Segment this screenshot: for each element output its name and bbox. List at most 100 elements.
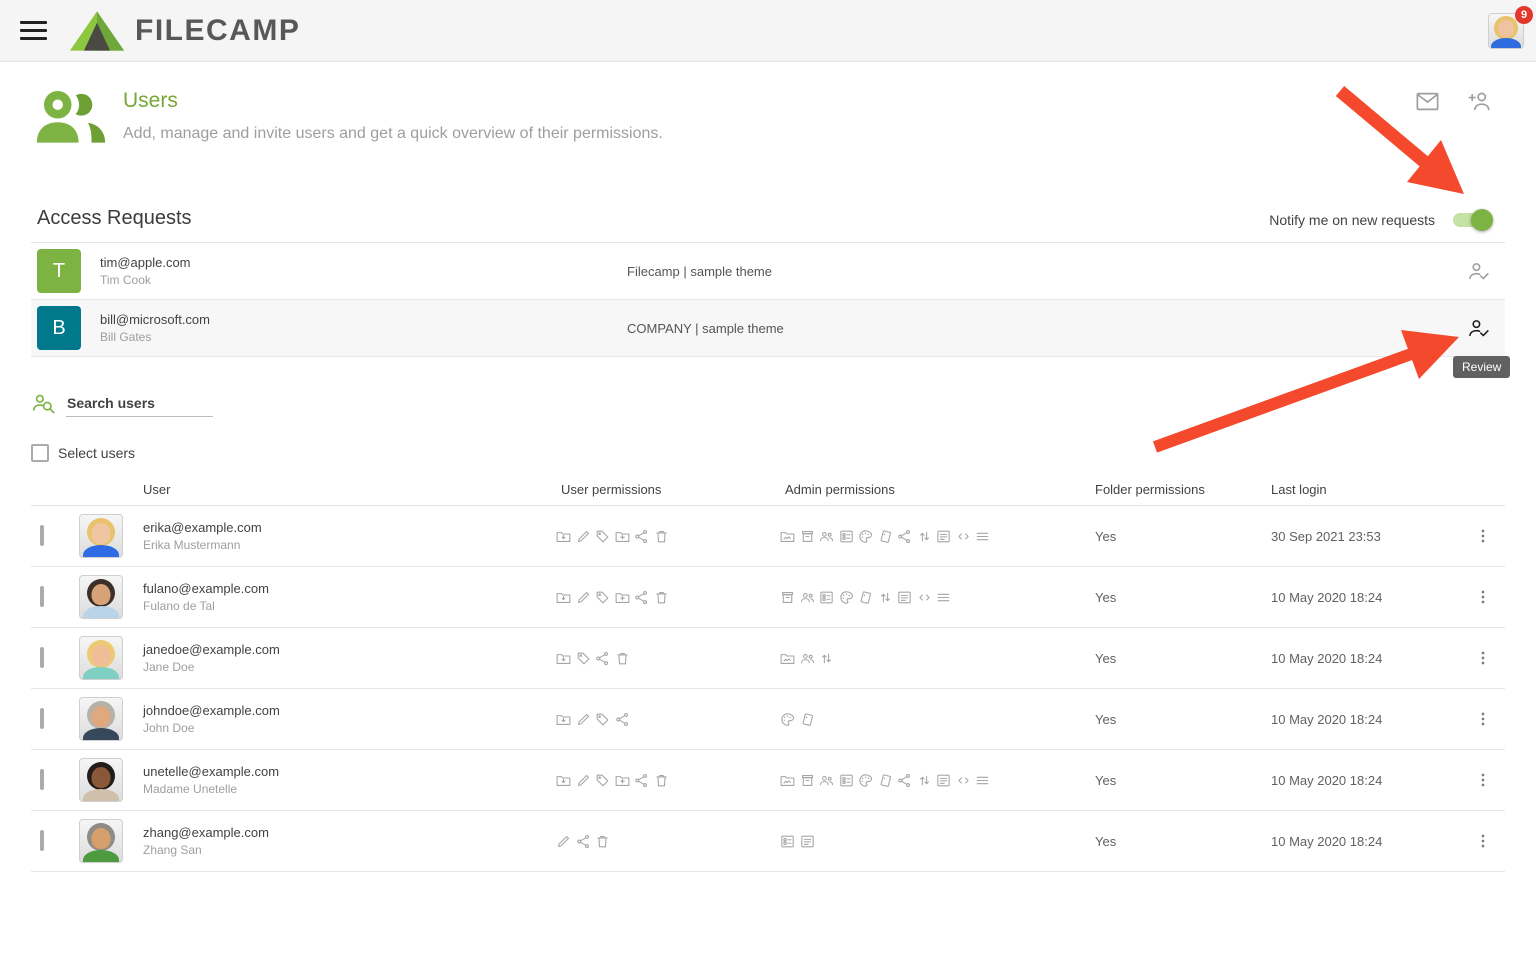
user-row: unetelle@example.com Madame Unetelle Yes… xyxy=(31,750,1505,811)
label-icon xyxy=(594,528,611,545)
user-row: janedoe@example.com Jane Doe Yes 10 May … xyxy=(31,628,1505,689)
user-permissions xyxy=(553,711,777,728)
edit-icon xyxy=(575,772,592,789)
ballot-icon xyxy=(779,833,796,850)
review-request-button[interactable] xyxy=(1466,316,1491,341)
search-users-input[interactable] xyxy=(66,392,213,417)
folder-permissions-value: Yes xyxy=(1087,773,1263,788)
row-checkbox[interactable] xyxy=(40,769,44,790)
kebab-icon xyxy=(1473,709,1493,729)
row-checkbox[interactable] xyxy=(40,525,44,546)
person-check-icon xyxy=(1466,259,1491,284)
row-checkbox[interactable] xyxy=(40,586,44,607)
row-menu-button[interactable] xyxy=(1460,587,1505,607)
person-check-icon xyxy=(1466,316,1491,341)
kebab-icon xyxy=(1473,587,1493,607)
share-icon xyxy=(633,589,650,606)
admin-permissions xyxy=(777,650,1087,667)
page-header: Users Add, manage and invite users and g… xyxy=(31,85,1505,154)
review-request-button[interactable] xyxy=(1466,259,1491,284)
request-theme: Filecamp | sample theme xyxy=(627,264,1466,279)
folder-add-icon xyxy=(614,772,631,789)
share-icon xyxy=(896,528,913,545)
list-icon xyxy=(974,772,991,789)
user-permissions xyxy=(553,650,777,667)
notify-toggle[interactable] xyxy=(1453,213,1489,227)
user-row: johndoe@example.com John Doe Yes 10 May … xyxy=(31,689,1505,750)
filecamp-logo[interactable]: FILECAMP xyxy=(69,10,300,52)
menu-icon[interactable] xyxy=(20,21,47,40)
folder-permissions-value: Yes xyxy=(1087,590,1263,605)
admin-permissions xyxy=(777,772,1087,789)
mail-icon xyxy=(1414,88,1441,115)
select-users-checkbox[interactable] xyxy=(31,444,49,462)
users-icon xyxy=(818,528,835,545)
user-permissions xyxy=(553,589,777,606)
archive-icon xyxy=(779,589,796,606)
archive-icon xyxy=(799,528,816,545)
ballot-icon xyxy=(818,589,835,606)
search-users-section xyxy=(31,391,1505,417)
last-login-value: 10 May 2020 18:24 xyxy=(1263,651,1460,666)
palette-icon xyxy=(857,528,874,545)
users-table: UserUser permissionsAdmin permissionsFol… xyxy=(31,474,1505,872)
article-icon xyxy=(896,589,913,606)
initial-avatar: B xyxy=(37,306,81,350)
access-request-list: T tim@apple.com Tim Cook Filecamp | samp… xyxy=(31,243,1505,357)
user-avatar xyxy=(79,514,123,558)
row-menu-button[interactable] xyxy=(1460,770,1505,790)
access-request-row: B bill@microsoft.com Bill Gates COMPANY … xyxy=(31,300,1505,357)
logo-tent-icon xyxy=(69,10,125,52)
filecamp-users-page: FILECAMP 9 xyxy=(0,0,1536,960)
share-icon xyxy=(614,711,631,728)
user-permissions xyxy=(553,528,777,545)
users-icon xyxy=(799,589,816,606)
article-icon xyxy=(935,772,952,789)
row-checkbox[interactable] xyxy=(40,647,44,668)
edit-icon xyxy=(575,711,592,728)
kebab-icon xyxy=(1473,831,1493,851)
request-name: Tim Cook xyxy=(100,273,627,287)
user-avatar xyxy=(79,636,123,680)
import-export-icon xyxy=(818,650,835,667)
label-icon xyxy=(575,650,592,667)
list-icon xyxy=(974,528,991,545)
top-bar: FILECAMP 9 xyxy=(0,0,1536,62)
archive-icon xyxy=(799,772,816,789)
palette-icon xyxy=(857,772,874,789)
user-avatar xyxy=(79,758,123,802)
add-user-button[interactable] xyxy=(1466,88,1493,115)
folder-download-icon xyxy=(555,772,572,789)
message-users-button[interactable] xyxy=(1414,88,1441,115)
user-avatar xyxy=(79,575,123,619)
user-email: erika@example.com xyxy=(143,520,553,535)
user-email: unetelle@example.com xyxy=(143,764,553,779)
user-avatar xyxy=(79,697,123,741)
user-row: zhang@example.com Zhang San Yes 10 May 2… xyxy=(31,811,1505,872)
header-actions xyxy=(1414,88,1493,115)
edit-icon xyxy=(575,589,592,606)
folder-download-icon xyxy=(555,589,572,606)
request-email: tim@apple.com xyxy=(100,255,627,270)
user-email: fulano@example.com xyxy=(143,581,553,596)
row-menu-button[interactable] xyxy=(1460,709,1505,729)
import-export-icon xyxy=(916,772,933,789)
row-checkbox[interactable] xyxy=(40,708,44,729)
row-checkbox[interactable] xyxy=(40,830,44,851)
delete-icon xyxy=(653,589,670,606)
account-avatar[interactable]: 9 xyxy=(1488,13,1524,49)
initial-avatar: T xyxy=(37,249,81,293)
column-header: Folder permissions xyxy=(1087,482,1263,497)
row-menu-button[interactable] xyxy=(1460,831,1505,851)
table-header-row: UserUser permissionsAdmin permissionsFol… xyxy=(31,474,1505,506)
page-title: Users xyxy=(123,89,663,113)
admin-permissions xyxy=(777,589,1087,606)
folder-permissions-value: Yes xyxy=(1087,651,1263,666)
search-users-icon xyxy=(31,391,57,417)
row-menu-button[interactable] xyxy=(1460,648,1505,668)
table-body: erika@example.com Erika Mustermann Yes 3… xyxy=(31,506,1505,872)
folder-add-icon xyxy=(614,528,631,545)
users-icon xyxy=(818,772,835,789)
row-menu-button[interactable] xyxy=(1460,526,1505,546)
users-icon xyxy=(799,650,816,667)
